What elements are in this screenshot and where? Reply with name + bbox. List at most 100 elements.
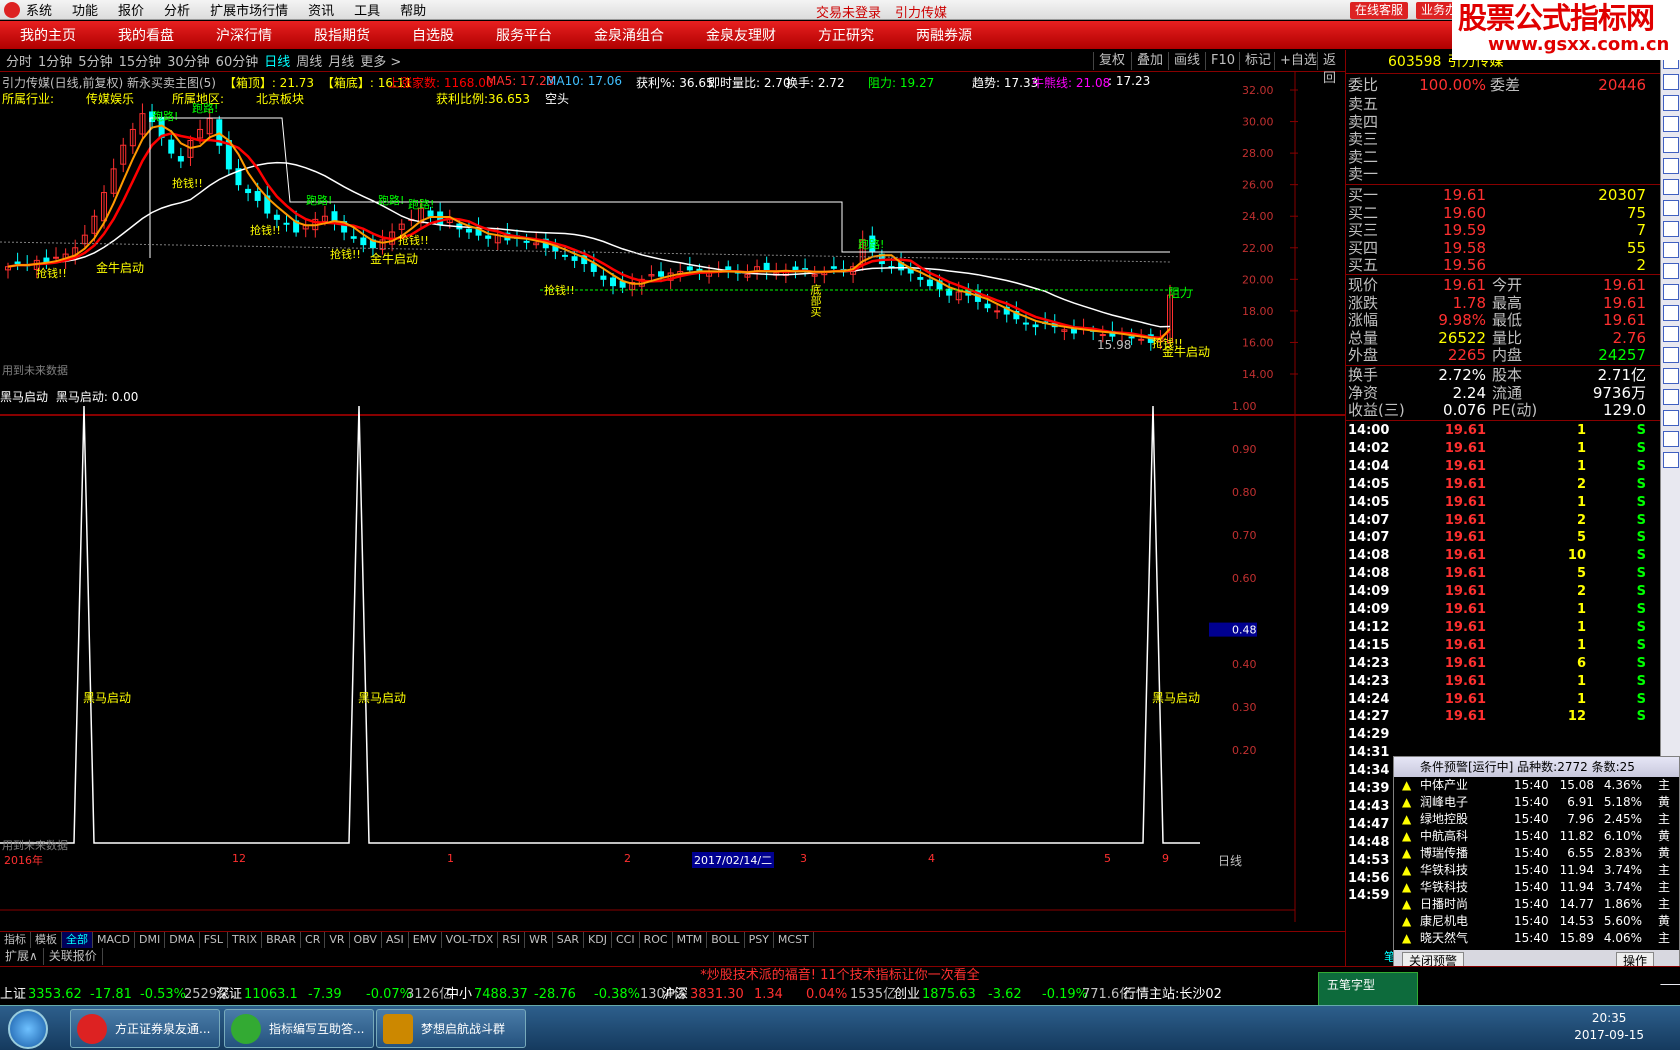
period-60min[interactable]: 60分钟 <box>216 51 259 70</box>
indicator-tab[interactable]: MCST <box>774 932 814 948</box>
indicator-tab[interactable]: 模板 <box>31 932 62 948</box>
toolbar-mark[interactable]: 标记 <box>1239 52 1276 70</box>
chart-line-icon[interactable] <box>1662 137 1679 153</box>
indicator-tab[interactable]: ROC <box>640 932 673 948</box>
kline-chart[interactable]: 32.00 30.00 28.00 26.00 24.00 22.00 20.00 18.00… <box>0 72 1345 922</box>
indicator-tab[interactable]: CCI <box>612 932 640 948</box>
buy-row[interactable]: 买五 19.56 2 <box>1346 256 1668 274</box>
nav-research[interactable]: 方正研究 <box>818 25 874 45</box>
menu-quote[interactable]: 报价 <box>118 0 144 19</box>
nav-finance[interactable]: 金泉友理财 <box>706 25 776 45</box>
alert-row[interactable]: ▲ 华铁科技 15:40 11.94 3.74% 主 <box>1394 879 1679 896</box>
toolbar-overlay[interactable]: 叠加 <box>1131 52 1168 70</box>
search-icon[interactable] <box>1662 431 1679 447</box>
taskbar-app-indicator[interactable]: 指标编写互助答... <box>224 1009 374 1048</box>
table-icon[interactable] <box>1662 116 1679 132</box>
indicator-tab[interactable]: FSL <box>200 932 228 948</box>
menu-news[interactable]: 资讯 <box>308 0 334 19</box>
buy-row[interactable]: 买一 19.61 20307 <box>1346 186 1668 204</box>
index-name[interactable]: 深证 <box>216 985 242 1005</box>
menu-analysis[interactable]: 分析 <box>164 0 190 19</box>
indicator-tab[interactable]: OBV <box>350 932 382 948</box>
indicator-tab[interactable]: KDJ <box>584 932 612 948</box>
indicator-tab[interactable]: WR <box>525 932 553 948</box>
period-5min[interactable]: 5分钟 <box>78 51 112 70</box>
period-timeshare[interactable]: 分时 <box>6 51 32 70</box>
sixty-icon[interactable] <box>1662 452 1679 468</box>
online-service-button[interactable]: 在线客服 <box>1350 2 1409 19</box>
toolbar-f10[interactable]: F10 <box>1205 52 1240 70</box>
indicator-tab[interactable]: 指标 <box>0 932 31 948</box>
buy-row[interactable]: 买二 19.60 75 <box>1346 204 1668 222</box>
menu-function[interactable]: 功能 <box>72 0 98 19</box>
toolbar-back[interactable]: 返回 <box>1317 52 1345 86</box>
indicator-tab[interactable]: TRIX <box>228 932 263 948</box>
alert-row[interactable]: ▲ 晓天然气 15:40 15.89 4.06% 主 <box>1394 930 1679 947</box>
candle-icon[interactable] <box>1662 158 1679 174</box>
menu-system[interactable]: 系统 <box>26 0 52 19</box>
alert-row[interactable]: ▲ 康尼机电 15:40 14.53 5.60% 黄 <box>1394 913 1679 930</box>
period-more[interactable]: 更多 > <box>360 51 401 70</box>
taskbar-app-quantong[interactable]: 方正证券泉友通... <box>70 1009 220 1048</box>
nav-service[interactable]: 服务平台 <box>496 25 552 45</box>
index-name[interactable]: 上证 <box>0 985 26 1005</box>
index-name[interactable]: 创业 <box>894 985 920 1005</box>
period-daily[interactable]: 日线 <box>264 51 290 70</box>
indicator-tab[interactable]: 全部 <box>62 932 93 948</box>
indicator-tab[interactable]: VOL-TDX <box>442 932 499 948</box>
nav-market[interactable]: 沪深行情 <box>216 25 272 45</box>
menu-extended-market[interactable]: 扩展市场行情 <box>210 0 288 19</box>
indicator-tab[interactable]: SAR <box>553 932 585 948</box>
server-status[interactable]: 行情主站:长沙02 <box>1123 985 1222 1005</box>
period-15min[interactable]: 15分钟 <box>119 51 162 70</box>
nav-futures[interactable]: 股指期货 <box>314 25 370 45</box>
nav-my-watch[interactable]: 我的看盘 <box>118 25 174 45</box>
nav-margin[interactable]: 两融券源 <box>916 25 972 45</box>
period-weekly[interactable]: 周线 <box>296 51 322 70</box>
toolbar-add-watch[interactable]: +自选 <box>1274 52 1322 70</box>
alert-row[interactable]: ▲ 中体产业 15:40 15.08 4.36% 主 <box>1394 777 1679 794</box>
indicator-tab[interactable]: EMV <box>409 932 442 948</box>
alert-title[interactable]: 条件预警[运行中] 品种数:2772 条数:25 <box>1394 757 1679 777</box>
start-button-icon[interactable] <box>8 1009 48 1049</box>
condition-alert-window[interactable]: 条件预警[运行中] 品种数:2772 条数:25 ▲ 中体产业 15:40 15.08… <box>1393 756 1680 973</box>
alert-row[interactable]: ▲ 日播时尚 15:40 14.77 1.86% 主 <box>1394 896 1679 913</box>
move-icon[interactable] <box>1662 347 1679 363</box>
indicator-tab[interactable]: MACD <box>93 932 135 948</box>
indicator-tab[interactable]: RSI <box>498 932 526 948</box>
zoom-in-icon[interactable] <box>1662 368 1679 384</box>
nav-watchlist[interactable]: 自选股 <box>412 25 454 45</box>
index-name[interactable]: 中小 <box>446 985 472 1005</box>
toolbar-draw[interactable]: 画线 <box>1168 52 1205 70</box>
arrow-down-icon[interactable] <box>1662 74 1679 90</box>
pie-icon[interactable] <box>1662 221 1679 237</box>
nav-home[interactable]: 我的主页 <box>20 25 76 45</box>
indicator-tab[interactable]: CR <box>301 932 326 948</box>
indicator-tab[interactable]: DMA <box>165 932 200 948</box>
alert-row[interactable]: ▲ 绿地控股 15:40 7.96 2.45% 主 <box>1394 811 1679 828</box>
alert-row[interactable]: ▲ 华铁科技 15:40 11.94 3.74% 主 <box>1394 862 1679 879</box>
rsi-icon[interactable] <box>1662 305 1679 321</box>
menu-tools[interactable]: 工具 <box>354 0 380 19</box>
index-name[interactable]: 沪深 <box>662 985 688 1005</box>
toolbar-adjust[interactable]: 复权 <box>1093 52 1130 70</box>
indicator-tab[interactable]: PSY <box>745 932 774 948</box>
system-clock[interactable]: 20:35 2017-09-15 <box>1574 1010 1644 1044</box>
indicator-tab[interactable]: BRAR <box>262 932 302 948</box>
period-1min[interactable]: 1分钟 <box>38 51 72 70</box>
f10-icon[interactable] <box>1662 200 1679 216</box>
buy-row[interactable]: 买三 19.59 7 <box>1346 221 1668 239</box>
list-icon[interactable] <box>1662 179 1679 195</box>
alert-icon[interactable] <box>1662 326 1679 342</box>
period-30min[interactable]: 30分钟 <box>167 51 210 70</box>
taskbar-app-group[interactable]: 梦想启航战斗群 <box>376 1009 526 1048</box>
indicator-tab[interactable]: VR <box>325 932 350 948</box>
trade-status[interactable]: 交易未登录 <box>816 6 881 21</box>
grid-icon[interactable] <box>1662 95 1679 111</box>
indicator-tab[interactable]: MTM <box>673 932 708 948</box>
menu-help[interactable]: 帮助 <box>400 0 426 19</box>
indicator-tab[interactable]: BOLL <box>707 932 745 948</box>
heat-icon[interactable] <box>1662 242 1679 258</box>
alert-row[interactable]: ▲ 润峰电子 15:40 6.91 5.18% 黄 <box>1394 794 1679 811</box>
indicator-tab[interactable]: DMI <box>135 932 166 948</box>
